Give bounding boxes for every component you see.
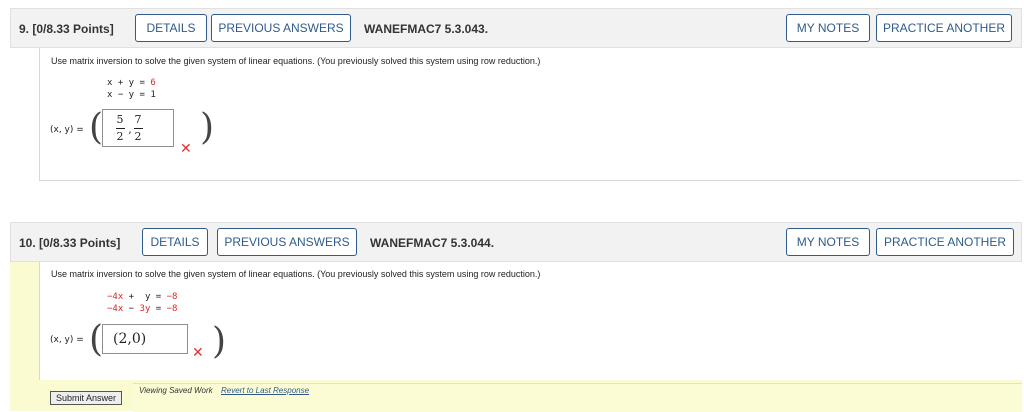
q9-frac2-denominator: 2 <box>134 130 142 143</box>
q9-left-paren: ( <box>89 107 104 148</box>
q10-problem-code: WANEFMAC7 5.3.044. <box>370 236 495 250</box>
q9-body: Use matrix inversion to solve the given … <box>39 48 1021 181</box>
q9-answer-label: (x, y) = <box>50 125 84 135</box>
q10-answer-label: (x, y) = <box>50 335 84 345</box>
q9-frac2-numerator: 7 <box>134 113 142 126</box>
q10-practice-another-button[interactable]: PRACTICE ANOTHER <box>876 228 1014 256</box>
q9-details-button[interactable]: DETAILS <box>135 14 207 42</box>
q10-body: Use matrix inversion to solve the given … <box>10 262 1023 412</box>
q10-answer-input[interactable]: (2,0) <box>102 324 188 354</box>
q10-equation-1: −4x + y = −8 <box>107 292 178 302</box>
q9-practice-another-button[interactable]: PRACTICE ANOTHER <box>876 14 1012 42</box>
q10-my-notes-button[interactable]: MY NOTES <box>786 228 870 256</box>
q10-incorrect-icon: ✕ <box>192 345 204 361</box>
q9-instruction: Use matrix inversion to solve the given … <box>51 56 541 66</box>
q9-frac1-numerator: 5 <box>116 113 124 126</box>
q9-my-notes-button[interactable]: MY NOTES <box>786 14 870 42</box>
q9-header: 9. [0/8.33 Points] DETAILS PREVIOUS ANSW… <box>10 8 1022 48</box>
q9-points-label: 9. [0/8.33 Points] <box>19 22 114 36</box>
q10-previous-answers-button[interactable]: PREVIOUS ANSWERS <box>217 228 357 256</box>
q9-right-paren: ) <box>200 107 215 148</box>
q10-instruction: Use matrix inversion to solve the given … <box>51 269 541 279</box>
q10-points-label: 10. [0/8.33 Points] <box>19 236 121 250</box>
submit-answer-button[interactable]: Submit Answer <box>50 391 122 405</box>
q10-equation-2: −4x − 3y = −8 <box>107 304 178 314</box>
q9-equation-1: x + y = 6 <box>107 78 156 88</box>
q10-left-paren: ( <box>89 319 104 360</box>
q10-header: 10. [0/8.33 Points] DETAILS PREVIOUS ANS… <box>10 222 1022 262</box>
q10-right-paren: ) <box>212 321 227 362</box>
q10-content-area: Use matrix inversion to solve the given … <box>39 262 1023 380</box>
q9-frac1-denominator: 2 <box>116 130 124 143</box>
viewing-saved-work-text: Viewing Saved Work <box>139 386 213 395</box>
q9-answer-input[interactable]: 5 2 , 7 2 <box>102 109 174 147</box>
q10-details-button[interactable]: DETAILS <box>142 228 208 256</box>
q9-incorrect-icon: ✕ <box>180 141 192 157</box>
q9-problem-code: WANEFMAC7 5.3.043. <box>364 22 489 36</box>
q9-previous-answers-button[interactable]: PREVIOUS ANSWERS <box>211 14 351 42</box>
saved-work-banner: Viewing Saved Work Revert to Last Respon… <box>133 383 1022 412</box>
q9-frac1-bar <box>116 128 125 129</box>
q9-frac2-bar <box>134 128 143 129</box>
q9-equation-2: x − y = 1 <box>107 90 156 100</box>
revert-to-last-response-link[interactable]: Revert to Last Response <box>221 386 309 395</box>
